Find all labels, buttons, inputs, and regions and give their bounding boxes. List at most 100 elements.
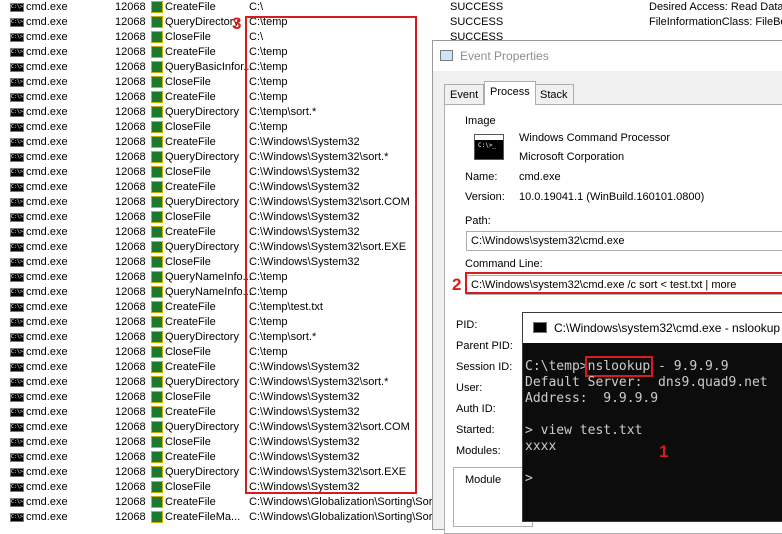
cell-process: cmd.exe bbox=[26, 166, 68, 178]
cell-process: cmd.exe bbox=[26, 511, 68, 523]
image-group-label: Image bbox=[465, 115, 496, 127]
cell-operation: CreateFile bbox=[165, 406, 216, 418]
cell-process: cmd.exe bbox=[26, 211, 68, 223]
cell-pid: 12068 bbox=[115, 481, 146, 493]
cell-pid: 12068 bbox=[115, 391, 146, 403]
cell-operation: CloseFile bbox=[165, 31, 211, 43]
file-system-icon bbox=[151, 256, 163, 268]
cell-process: cmd.exe bbox=[26, 496, 68, 508]
path-field[interactable]: C:\Windows\system32\cmd.exe bbox=[466, 231, 782, 251]
cell-operation: CreateFile bbox=[165, 361, 216, 373]
file-system-icon bbox=[151, 211, 163, 223]
cell-pid: 12068 bbox=[115, 496, 146, 508]
console-app-icon: C:\> bbox=[10, 18, 24, 27]
cell-process: cmd.exe bbox=[26, 256, 68, 268]
console-app-icon: C:\> bbox=[10, 138, 24, 147]
cell-pid: 12068 bbox=[115, 361, 146, 373]
console-app-icon: C:\> bbox=[10, 483, 24, 492]
cell-process: cmd.exe bbox=[26, 106, 68, 118]
cell-pid: 12068 bbox=[115, 151, 146, 163]
tab-process[interactable]: Process bbox=[484, 81, 536, 105]
cell-process: cmd.exe bbox=[26, 31, 68, 43]
console-app-icon: C:\> bbox=[10, 318, 24, 327]
command-line-label: Command Line: bbox=[465, 258, 543, 270]
event-row[interactable]: C:\> cmd.exe 12068 CreateFile C:\ SUCCESS Desi… bbox=[0, 0, 782, 15]
console-app-icon: C:\> bbox=[10, 378, 24, 387]
cell-operation: CreateFile bbox=[165, 316, 216, 328]
console-app-icon: C:\> bbox=[10, 153, 24, 162]
cell-pid: 12068 bbox=[115, 421, 146, 433]
cell-operation: QueryDirectory bbox=[165, 106, 239, 118]
nslookup-args: - 9.9.9.9 bbox=[650, 359, 729, 374]
file-system-icon bbox=[151, 286, 163, 298]
tab-event[interactable]: Event bbox=[444, 84, 485, 104]
company-name: Microsoft Corporation bbox=[519, 151, 625, 163]
version-value: 10.0.19041.1 (WinBuild.160101.0800) bbox=[519, 191, 705, 203]
file-system-icon bbox=[151, 436, 163, 448]
cell-process: cmd.exe bbox=[26, 196, 68, 208]
nslookup-command: nslookup bbox=[584, 356, 654, 377]
console-app-icon: C:\> bbox=[10, 108, 24, 117]
file-system-icon bbox=[151, 61, 163, 73]
console-app-icon: C:\> bbox=[10, 258, 24, 267]
cell-operation: CloseFile bbox=[165, 211, 211, 223]
console-app-icon: C:\> bbox=[10, 303, 24, 312]
cell-process: cmd.exe bbox=[26, 481, 68, 493]
file-system-icon bbox=[151, 121, 163, 133]
image-icon-text: C:\>_ bbox=[478, 142, 497, 149]
console-app-icon: C:\> bbox=[10, 123, 24, 132]
file-system-icon bbox=[151, 421, 163, 433]
console-app-icon: C:\> bbox=[10, 438, 24, 447]
dialog-title-bar[interactable]: Event Properties bbox=[433, 41, 782, 71]
file-system-icon bbox=[151, 346, 163, 358]
cell-process: cmd.exe bbox=[26, 316, 68, 328]
console-line: Address: 9.9.9.9 bbox=[525, 391, 659, 406]
cell-operation: CreateFileMa... bbox=[165, 511, 241, 523]
console-line: > view test.txt bbox=[525, 423, 643, 438]
cmd-console-window: C:\Windows\system32\cmd.exe - nslookup C… bbox=[522, 312, 782, 522]
image-name: Windows Command Processor bbox=[519, 132, 670, 144]
cell-operation: CreateFile bbox=[165, 226, 216, 238]
cell-operation: CreateFile bbox=[165, 46, 216, 58]
file-system-icon bbox=[151, 481, 163, 493]
tab-stack[interactable]: Stack bbox=[534, 84, 574, 104]
file-system-icon bbox=[151, 406, 163, 418]
file-system-icon bbox=[151, 271, 163, 283]
cell-pid: 12068 bbox=[115, 91, 146, 103]
cell-pid: 12068 bbox=[115, 256, 146, 268]
modules-list[interactable]: Module bbox=[453, 467, 533, 527]
console-title-bar[interactable]: C:\Windows\system32\cmd.exe - nslookup bbox=[523, 313, 782, 343]
cell-process: cmd.exe bbox=[26, 136, 68, 148]
cell-process: cmd.exe bbox=[26, 301, 68, 313]
cell-pid: 12068 bbox=[115, 466, 146, 478]
file-system-icon bbox=[151, 76, 163, 88]
path-highlight-box bbox=[245, 16, 417, 494]
cell-process: cmd.exe bbox=[26, 361, 68, 373]
console-app-icon: C:\> bbox=[10, 363, 24, 372]
cell-process: cmd.exe bbox=[26, 76, 68, 88]
file-system-icon bbox=[151, 391, 163, 403]
cell-operation: CreateFile bbox=[165, 181, 216, 193]
cell-operation: CreateFile bbox=[165, 91, 216, 103]
console-app-icon: C:\> bbox=[10, 3, 24, 12]
cell-pid: 12068 bbox=[115, 436, 146, 448]
cell-operation: CloseFile bbox=[165, 391, 211, 403]
cell-process: cmd.exe bbox=[26, 61, 68, 73]
console-app-icon: C:\> bbox=[10, 78, 24, 87]
console-app-icon: C:\>_ bbox=[474, 134, 504, 160]
console-window-icon bbox=[533, 322, 547, 333]
started-label: Started: bbox=[456, 424, 495, 436]
cell-process: cmd.exe bbox=[26, 241, 68, 253]
cell-operation: QueryNameInfo... bbox=[165, 286, 252, 298]
console-app-icon: C:\> bbox=[10, 243, 24, 252]
file-system-icon bbox=[151, 31, 163, 43]
cell-pid: 12068 bbox=[115, 166, 146, 178]
console-line: Default Server: dns9.quad9.net bbox=[525, 375, 768, 390]
cell-operation: QueryDirectory bbox=[165, 376, 239, 388]
console-line: xxxx bbox=[525, 439, 557, 454]
console-line: > bbox=[525, 471, 533, 486]
cell-process: cmd.exe bbox=[26, 271, 68, 283]
cell-pid: 12068 bbox=[115, 181, 146, 193]
cell-operation: QueryDirectory bbox=[165, 241, 239, 253]
console-app-icon: C:\> bbox=[10, 333, 24, 342]
